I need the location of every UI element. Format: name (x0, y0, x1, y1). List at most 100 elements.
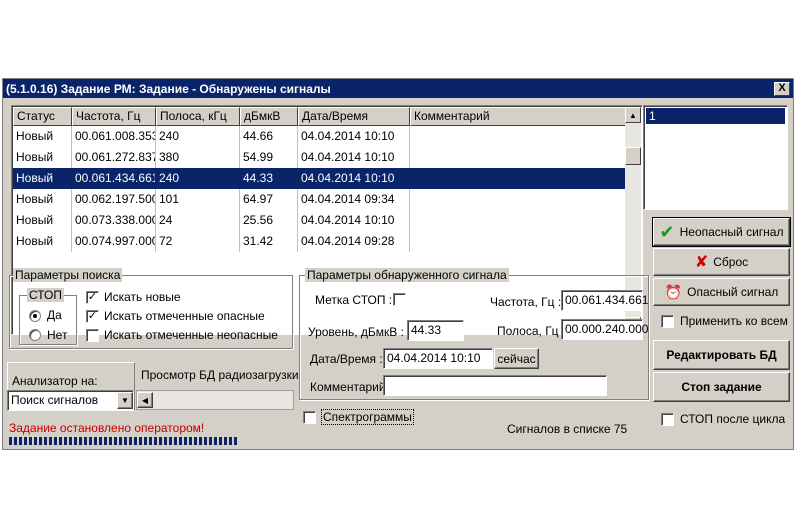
listbox-item[interactable]: 1 (646, 108, 785, 124)
search-marked-safe-checkbox[interactable] (86, 329, 99, 342)
level-label: Уровень, дБмкВ : (308, 325, 404, 339)
table-cell: 04.04.2014 10:10 (298, 147, 410, 168)
table-cell: Новый (13, 231, 72, 252)
stop-yes-radio[interactable] (29, 310, 41, 322)
table-row[interactable]: Новый 00.061.008.353 240 44.66 04.04.2014 10… (13, 126, 626, 147)
table-cell (410, 210, 626, 231)
table-cell: 101 (156, 189, 240, 210)
table-cell: 72 (156, 231, 240, 252)
progress-segment (234, 437, 237, 445)
progress-segment (184, 437, 187, 445)
stop-no-radio[interactable] (29, 329, 41, 341)
now-button[interactable]: сейчас (494, 348, 539, 369)
progress-segment (79, 437, 82, 445)
table-cell (410, 126, 626, 147)
comment-field[interactable] (383, 375, 607, 396)
table-cell: 24 (156, 210, 240, 231)
progress-segment (94, 437, 97, 445)
apply-all-label: Применить ко всем (680, 314, 788, 328)
progress-segment (174, 437, 177, 445)
col-frequency[interactable]: Частота, Гц (72, 107, 156, 126)
progress-segment (84, 437, 87, 445)
progress-segment (74, 437, 77, 445)
stop-mark-checkbox[interactable] (393, 293, 406, 306)
table-cell: 54.99 (240, 147, 298, 168)
scroll-thumb[interactable] (625, 147, 641, 165)
progress-segment (19, 437, 22, 445)
progress-segment (114, 437, 117, 445)
table-cell: 00.061.272.837 (72, 147, 156, 168)
table-cell (410, 147, 626, 168)
scroll-up-arrow-icon[interactable]: ▲ (625, 107, 641, 123)
spectrogram-checkbox[interactable] (303, 411, 316, 424)
frequency-field[interactable]: 00.061.434.661 (561, 290, 648, 311)
scroll-left-arrow-icon[interactable]: ◀ (137, 392, 153, 408)
table-cell: 380 (156, 147, 240, 168)
col-level[interactable]: дБмкВ (240, 107, 298, 126)
db-view-scrollbar[interactable]: ◀ (136, 390, 294, 410)
col-datetime[interactable]: Дата/Время (298, 107, 410, 126)
table-cell: 04.04.2014 10:10 (298, 126, 410, 147)
edit-db-button[interactable]: Редактировать БД (653, 340, 790, 370)
col-status[interactable]: Статус (13, 107, 72, 126)
progress-segment (29, 437, 32, 445)
alarm-clock-icon: ⏰ (664, 283, 683, 300)
safe-signal-button[interactable]: ✔ Неопасный сигнал (652, 217, 791, 247)
stop-after-cycle-checkbox[interactable] (661, 413, 674, 426)
col-band[interactable]: Полоса, кГц (156, 107, 240, 126)
table-cell (410, 189, 626, 210)
progress-segment (9, 437, 12, 445)
band-field[interactable]: 00.000.240.000 (561, 319, 648, 340)
table-cell: Новый (13, 147, 72, 168)
search-new-checkbox[interactable]: ✓ (86, 291, 99, 304)
search-params-title: Параметры поиска (13, 268, 123, 282)
search-marked-safe-label: Искать отмеченные неопасные (104, 328, 278, 342)
search-new-label: Искать новые (104, 290, 181, 304)
frequency-label: Частота, Гц : (490, 295, 562, 309)
analyzer-select[interactable]: Поиск сигналов (7, 390, 134, 411)
progress-segment (44, 437, 47, 445)
progress-segment (124, 437, 127, 445)
close-button[interactable]: X (774, 81, 790, 96)
datetime-field[interactable]: 04.04.2014 10:10 (383, 348, 493, 369)
progress-segment (164, 437, 167, 445)
level-field[interactable]: 44.33 (407, 320, 464, 341)
progress-segment (34, 437, 37, 445)
col-comment[interactable]: Комментарий (410, 107, 626, 126)
table-cell: 25.56 (240, 210, 298, 231)
progress-segment (189, 437, 192, 445)
table-row[interactable]: Новый 00.073.338.000 24 25.56 04.04.2014 10:… (13, 210, 626, 231)
status-message: Задание остановлено оператором! (9, 421, 205, 435)
checkmark-icon: ✔ (659, 221, 675, 242)
stop-yes-label: Да (47, 308, 62, 322)
table-row[interactable]: Новый 00.061.272.837 380 54.99 04.04.2014 10… (13, 147, 626, 168)
table-row[interactable]: Новый 00.074.997.000 72 31.42 04.04.2014 09:… (13, 231, 626, 252)
danger-signal-button[interactable]: ⏰ Опасный сигнал (653, 278, 790, 306)
table-cell: 00.061.434.661 (72, 168, 156, 189)
table-cell: 04.04.2014 09:34 (298, 189, 410, 210)
progress-segment (129, 437, 132, 445)
progress-segment (14, 437, 17, 445)
analyzer-dropdown-arrow-icon[interactable]: ▼ (117, 392, 133, 409)
title-bar[interactable]: (5.1.0.16) Задание РМ: Задание - Обнаруж… (3, 79, 793, 98)
apply-all-checkbox[interactable] (661, 315, 674, 328)
table-row[interactable]: Новый 00.061.434.661 240 44.33 04.04.2014 10… (13, 168, 626, 189)
search-marked-danger-checkbox[interactable]: ✓ (86, 310, 99, 323)
table-cell: Новый (13, 189, 72, 210)
comment-label: Комментарий (310, 380, 386, 394)
progress-segment (99, 437, 102, 445)
progress-segment (154, 437, 157, 445)
progress-segment (59, 437, 62, 445)
progress-segment (169, 437, 172, 445)
table-cell: 00.061.008.353 (72, 126, 156, 147)
progress-segment (219, 437, 222, 445)
reset-button[interactable]: ✘ Сброс (653, 248, 790, 276)
table-cell: 44.66 (240, 126, 298, 147)
stop-task-button[interactable]: Стоп задание (653, 372, 790, 402)
window-title: (5.1.0.16) Задание РМ: Задание - Обнаруж… (6, 81, 331, 96)
db-view-label: Просмотр БД радиозагрузки (141, 368, 299, 382)
progress-segment (69, 437, 72, 445)
band-label: Полоса, Гц : (497, 324, 566, 338)
table-row[interactable]: Новый 00.062.197.500 101 64.97 04.04.2014 09… (13, 189, 626, 210)
task-listbox[interactable]: 1 (643, 105, 788, 210)
